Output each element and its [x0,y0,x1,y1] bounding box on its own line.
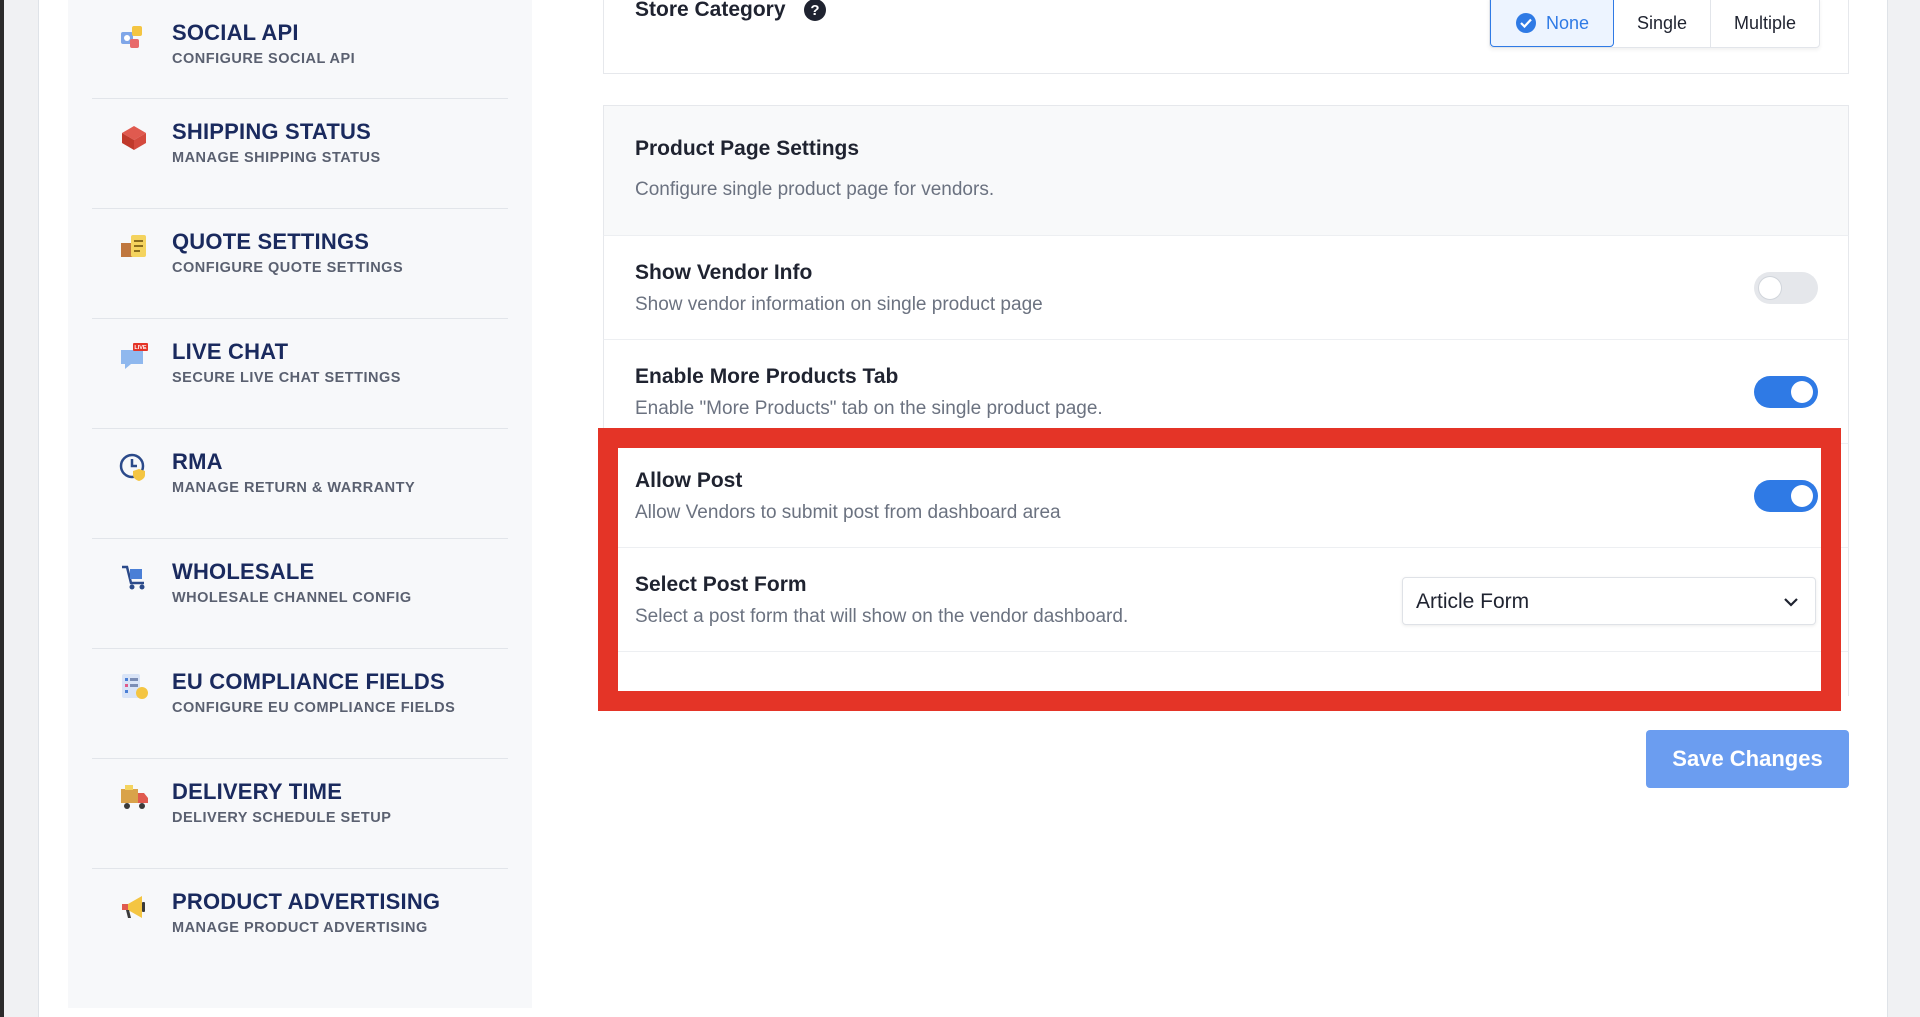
sidebar-item-title: SOCIAL API [172,20,299,45]
setting-label: Show Vendor Info [635,261,813,284]
section-title: Product Page Settings [635,137,860,160]
sidebar-item-live-chat[interactable]: LIVE LIVE CHAT SECURE LIVE CHAT SETTINGS [92,319,508,429]
live-chat-icon: LIVE [121,343,148,369]
product-page-settings-header: Product Page Settings Configure single p… [603,105,1849,236]
sidebar-item-title: PRODUCT ADVERTISING [172,889,441,914]
sidebar-item-eu-compliance[interactable]: EU COMPLIANCE FIELDS CONFIGURE EU COMPLI… [92,649,508,759]
live-badge: LIVE [134,345,147,351]
option-label: Single [1636,12,1688,33]
annotation-highlight-box [598,428,1841,711]
sidebar-item-subtitle: MANAGE SHIPPING STATUS [172,150,381,166]
sidebar-item-subtitle: CONFIGURE QUOTE SETTINGS [172,260,404,276]
delivery-truck-icon [121,785,148,809]
sidebar-item-title: QUOTE SETTINGS [172,229,370,254]
sidebar-item-wholesale[interactable]: WHOLESALE WHOLESALE CHANNEL CONFIG [92,539,508,649]
section-description: Configure single product page for vendor… [635,179,995,200]
sidebar-item-subtitle: MANAGE PRODUCT ADVERTISING [172,920,428,936]
setting-description: Show vendor information on single produc… [635,294,1043,315]
store-category-segmented: None Single Multiple [1489,0,1820,48]
save-changes-button[interactable]: Save Changes [1646,730,1849,788]
sidebar-item-title: SHIPPING STATUS [172,119,371,144]
sidebar-item-delivery-time[interactable]: DELIVERY TIME DELIVERY SCHEDULE SETUP [92,759,508,869]
sidebar-item-subtitle: CONFIGURE SOCIAL API [172,51,356,67]
sidebar-item-subtitle: WHOLESALE CHANNEL CONFIG [172,590,412,606]
setting-label: Enable More Products Tab [635,365,899,388]
clock-shield-icon [119,453,145,481]
quote-icon [121,235,146,257]
social-api-icon [121,26,142,48]
sidebar-item-subtitle: MANAGE RETURN & WARRANTY [172,480,416,496]
option-label: Multiple [1733,12,1797,33]
store-category-card: Store Category ? None Single Multiple [603,0,1849,74]
compliance-icon [122,674,148,699]
check-circle-icon [1515,13,1536,33]
option-label: None [1545,12,1590,33]
sidebar-item-rma[interactable]: RMA MANAGE RETURN & WARRANTY [92,429,508,539]
megaphone-icon [122,896,145,918]
sidebar-item-title: WHOLESALE [172,559,315,584]
sidebar-item-subtitle: CONFIGURE EU COMPLIANCE FIELDS [172,700,456,716]
setting-row-show-vendor-info: Show Vendor Info Show vendor information… [603,236,1849,340]
store-category-label: Store Category [635,0,786,21]
store-category-option-single[interactable]: Single [1614,0,1711,47]
setting-description: Enable "More Products" tab on the single… [635,398,1103,419]
sidebar-item-title: LIVE CHAT [172,339,289,364]
window-edge [0,0,4,1017]
store-category-option-none[interactable]: None [1490,0,1614,47]
sidebar-item-shipping-status[interactable]: SHIPPING STATUS MANAGE SHIPPING STATUS [92,99,508,209]
settings-sidebar: SOCIAL API CONFIGURE SOCIAL API SHIPPING… [68,0,532,1008]
cart-icon [122,565,145,590]
sidebar-item-subtitle: SECURE LIVE CHAT SETTINGS [172,370,401,386]
store-category-option-multiple[interactable]: Multiple [1711,0,1819,47]
sidebar-item-subtitle: DELIVERY SCHEDULE SETUP [172,810,392,826]
question-circle-icon[interactable]: ? [803,0,827,22]
sidebar-item-title: RMA [172,449,223,474]
sidebar-item-title: EU COMPLIANCE FIELDS [172,669,445,694]
box-icon [122,126,146,150]
more-products-tab-toggle[interactable] [1754,376,1818,408]
sidebar-item-quote-settings[interactable]: QUOTE SETTINGS CONFIGURE QUOTE SETTINGS [92,209,508,319]
show-vendor-info-toggle[interactable] [1754,272,1818,304]
sidebar-item-product-advertising[interactable]: PRODUCT ADVERTISING MANAGE PRODUCT ADVER… [92,869,508,979]
sidebar-item-social-api[interactable]: SOCIAL API CONFIGURE SOCIAL API [92,0,508,99]
svg-text:?: ? [810,2,819,19]
sidebar-item-title: DELIVERY TIME [172,779,343,804]
